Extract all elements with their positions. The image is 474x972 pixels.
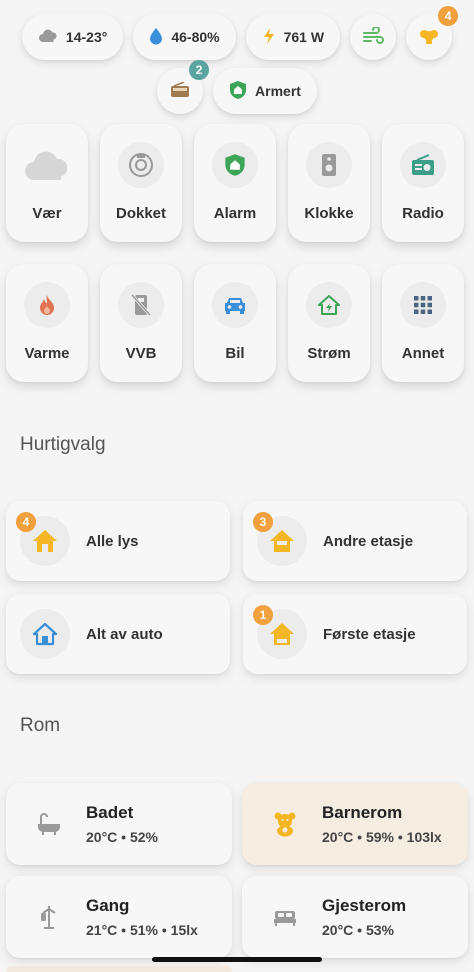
room-card-kids-room[interactable]: Barnerom 20°C • 59% • 103lx bbox=[242, 783, 468, 865]
tile-other[interactable]: Annet bbox=[382, 264, 464, 382]
temperature-chip[interactable]: 14-23° bbox=[21, 14, 124, 60]
quick-label: Alle lys bbox=[86, 532, 139, 550]
room-stats: 20°C • 52% bbox=[86, 829, 158, 845]
radio-icon bbox=[400, 142, 446, 188]
robot-vacuum-icon bbox=[118, 142, 164, 188]
wind-icon bbox=[362, 25, 385, 48]
room-name: Gjesterom bbox=[322, 896, 407, 915]
tile-water-heater[interactable]: VVB bbox=[100, 264, 182, 382]
bed-icon bbox=[270, 902, 300, 932]
room-card-bathroom[interactable]: Badet 20°C • 52% bbox=[6, 783, 232, 865]
teddy-bear-icon bbox=[270, 809, 300, 839]
tile-power[interactable]: Strøm bbox=[288, 264, 370, 382]
water-heater-off-icon bbox=[118, 282, 164, 328]
home-floor-icon: 1 bbox=[253, 605, 307, 659]
room-stats: 20°C • 53% bbox=[322, 922, 394, 938]
room-card-guest-room[interactable]: Gjesterom 20°C • 53% bbox=[242, 876, 468, 958]
bulb-group-icon bbox=[418, 27, 440, 48]
alerts-badge: 4 bbox=[438, 6, 459, 26]
alarm-chip[interactable]: Armert bbox=[213, 68, 317, 114]
device-tiles-row-2: Varme VVB Bil Strøm Annet bbox=[6, 264, 464, 382]
room-stats: 20°C • 59% • 103lx bbox=[322, 829, 442, 845]
radio-badge: 2 bbox=[189, 60, 210, 80]
tile-weather[interactable]: Vær bbox=[6, 124, 88, 242]
coat-rack-icon bbox=[34, 902, 64, 932]
cloud-sun-icon bbox=[38, 28, 58, 47]
tile-label: Alarm bbox=[213, 205, 257, 222]
tile-label: Varme bbox=[24, 345, 70, 362]
quick-badge: 3 bbox=[253, 512, 273, 532]
quick-actions-title: Hurtigvalg bbox=[20, 434, 106, 455]
room-name: Gang bbox=[86, 896, 130, 915]
quick-all-lights[interactable]: 4 Alle lys bbox=[6, 501, 230, 581]
status-chips-row: 14-23° 46-80% 761 W 4 bbox=[0, 6, 474, 60]
tile-docked[interactable]: Dokket bbox=[100, 124, 182, 242]
humidity-chip[interactable]: 46-80% bbox=[133, 14, 236, 60]
tile-label: Radio bbox=[402, 205, 444, 222]
tile-label: Bil bbox=[225, 345, 245, 362]
room-stats: 21°C • 51% • 15lx bbox=[86, 922, 198, 938]
lightning-icon bbox=[262, 27, 276, 48]
shield-home-icon bbox=[229, 80, 247, 103]
radio-icon bbox=[170, 80, 190, 101]
shield-home-icon bbox=[212, 142, 258, 188]
tile-car[interactable]: Bil bbox=[194, 264, 276, 382]
speaker-icon bbox=[306, 142, 352, 188]
quick-label: Første etasje bbox=[323, 625, 416, 643]
home-outline-icon bbox=[20, 609, 70, 659]
next-room-card-peek bbox=[6, 966, 232, 972]
room-name: Badet bbox=[86, 803, 134, 822]
quick-badge: 1 bbox=[253, 605, 273, 625]
quick-all-auto-off[interactable]: Alt av auto bbox=[6, 594, 230, 674]
tile-heating[interactable]: Varme bbox=[6, 264, 88, 382]
tile-label: Strøm bbox=[307, 345, 351, 362]
home-floor-icon: 3 bbox=[253, 512, 307, 566]
room-card-hallway[interactable]: Gang 21°C • 51% • 15lx bbox=[6, 876, 232, 958]
quick-first-floor[interactable]: 1 Første etasje bbox=[243, 594, 467, 674]
power-value: 761 W bbox=[283, 29, 325, 45]
water-drop-icon bbox=[149, 27, 163, 48]
home-icon: 4 bbox=[16, 512, 70, 566]
wind-chip[interactable] bbox=[350, 14, 397, 60]
tile-label: VVB bbox=[125, 345, 157, 362]
cloud-icon bbox=[24, 142, 70, 188]
temperature-value: 14-23° bbox=[65, 29, 108, 45]
alarm-state: Armert bbox=[255, 83, 301, 99]
rooms-title: Rom bbox=[20, 715, 61, 736]
flame-icon bbox=[24, 282, 70, 328]
grid-icon bbox=[400, 282, 446, 328]
quick-second-floor[interactable]: 3 Andre etasje bbox=[243, 501, 467, 581]
home-lightning-icon bbox=[306, 282, 352, 328]
humidity-value: 46-80% bbox=[171, 29, 220, 45]
alerts-chip[interactable]: 4 bbox=[406, 6, 459, 60]
tile-label: Klokke bbox=[304, 205, 354, 222]
tile-alarm[interactable]: Alarm bbox=[194, 124, 276, 242]
tile-label: Vær bbox=[32, 205, 62, 222]
car-icon bbox=[212, 282, 258, 328]
tile-label: Dokket bbox=[115, 205, 167, 222]
quick-badge: 4 bbox=[16, 512, 36, 532]
status-chips-row-2: 2 Armert bbox=[0, 60, 474, 114]
tile-clock[interactable]: Klokke bbox=[288, 124, 370, 242]
tile-radio[interactable]: Radio bbox=[382, 124, 464, 242]
quick-label: Alt av auto bbox=[86, 625, 163, 643]
radio-chip[interactable]: 2 bbox=[157, 60, 210, 114]
device-tiles-row-1: Vær Dokket Alarm Klokke Radio bbox=[6, 124, 464, 242]
quick-label: Andre etasje bbox=[323, 532, 414, 550]
bathtub-icon bbox=[34, 809, 64, 839]
home-indicator[interactable] bbox=[152, 957, 322, 962]
tile-label: Annet bbox=[401, 345, 445, 362]
room-name: Barnerom bbox=[322, 803, 403, 822]
power-chip[interactable]: 761 W bbox=[245, 14, 341, 60]
